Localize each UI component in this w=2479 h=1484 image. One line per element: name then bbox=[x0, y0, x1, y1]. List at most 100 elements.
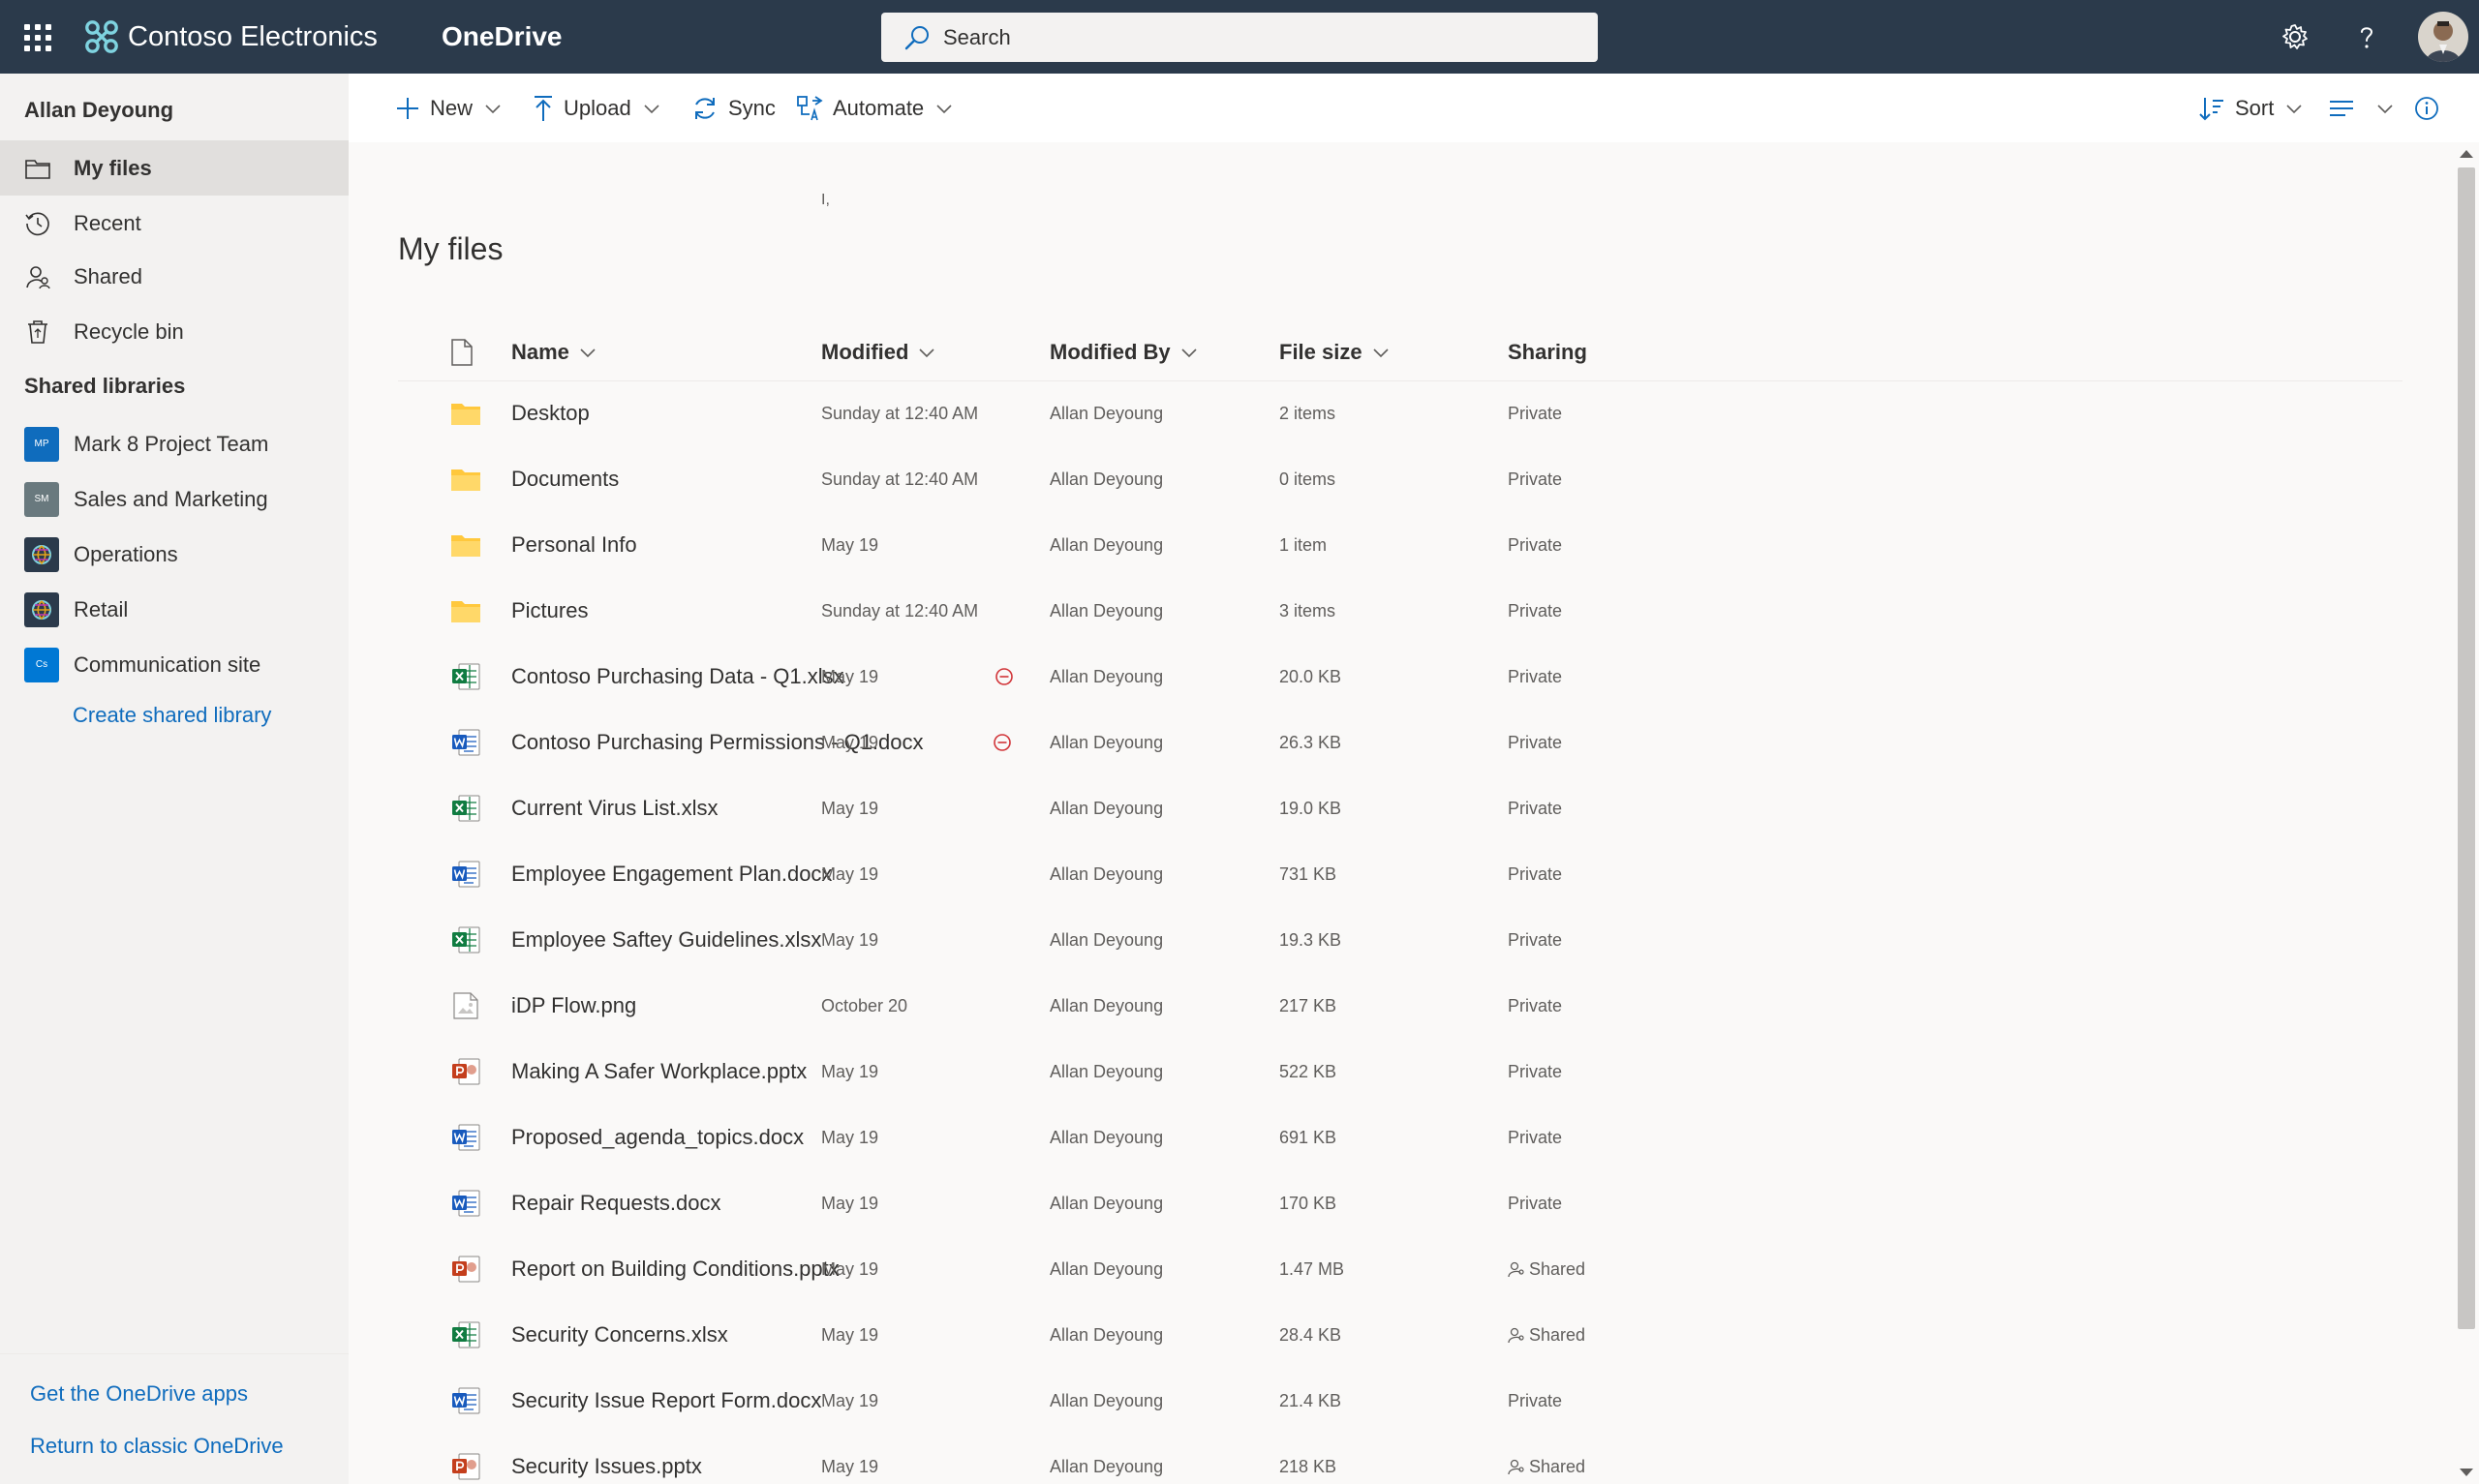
file-name[interactable]: Security Concerns.xlsx bbox=[511, 1322, 728, 1348]
table-row[interactable]: Employee Saftey Guidelines.xlsx May 19 All… bbox=[398, 907, 2402, 973]
file-name[interactable]: Employee Saftey Guidelines.xlsx bbox=[511, 927, 821, 953]
modified-by-cell[interactable]: Allan Deyoung bbox=[1050, 1105, 1163, 1170]
view-options-button[interactable] bbox=[2328, 91, 2403, 126]
scrollbar-thumb[interactable] bbox=[2458, 167, 2475, 1329]
file-size-column-header[interactable]: File size bbox=[1279, 323, 1390, 381]
library-mark-8-project-team[interactable]: MP Mark 8 Project Team bbox=[0, 416, 349, 471]
modified-by-cell[interactable]: Allan Deyoung bbox=[1050, 1236, 1163, 1302]
search-box[interactable] bbox=[881, 13, 1598, 62]
modified-by-cell[interactable]: Allan Deyoung bbox=[1050, 710, 1163, 775]
modified-by-cell[interactable]: Allan Deyoung bbox=[1050, 446, 1163, 512]
table-row[interactable]: Proposed_agenda_topics.docx May 19 Allan D… bbox=[398, 1105, 2402, 1170]
modified-by-cell[interactable]: Allan Deyoung bbox=[1050, 775, 1163, 841]
table-row[interactable]: Pictures Sunday at 12:40 AM Allan Deyoung 3… bbox=[398, 578, 2402, 644]
sharing-cell[interactable]: Shared bbox=[1508, 1302, 1585, 1368]
vertical-scrollbar[interactable] bbox=[2454, 142, 2479, 1484]
table-row[interactable]: Current Virus List.xlsx May 19 Allan Deyou… bbox=[398, 775, 2402, 841]
modified-by-cell[interactable]: Allan Deyoung bbox=[1050, 907, 1163, 973]
sharing-cell[interactable]: Private bbox=[1508, 841, 1562, 907]
upload-button[interactable]: Upload bbox=[533, 91, 670, 126]
file-type-column-header[interactable] bbox=[451, 323, 473, 381]
file-name[interactable]: Report on Building Conditions.pptx bbox=[511, 1257, 840, 1282]
modified-by-cell[interactable]: Allan Deyoung bbox=[1050, 1302, 1163, 1368]
blocked-status-icon[interactable] bbox=[993, 733, 1012, 752]
modified-by-column-header[interactable]: Modified By bbox=[1050, 323, 1198, 381]
file-name[interactable]: iDP Flow.png bbox=[511, 993, 636, 1018]
file-name[interactable]: Repair Requests.docx bbox=[511, 1191, 720, 1216]
file-name[interactable]: Employee Engagement Plan.docx bbox=[511, 862, 832, 887]
table-row[interactable]: Making A Safer Workplace.pptx May 19 Allan… bbox=[398, 1039, 2402, 1105]
file-name[interactable]: Desktop bbox=[511, 401, 590, 426]
search-input[interactable] bbox=[943, 24, 1524, 50]
sidebar-item-recent[interactable]: Recent bbox=[0, 196, 349, 251]
avatar[interactable] bbox=[2418, 12, 2468, 62]
modified-by-cell[interactable]: Allan Deyoung bbox=[1050, 1039, 1163, 1105]
new-button[interactable]: New bbox=[395, 91, 511, 126]
library-sales-and-marketing[interactable]: SM Sales and Marketing bbox=[0, 471, 349, 527]
modified-by-cell[interactable]: Allan Deyoung bbox=[1050, 1434, 1163, 1484]
table-row[interactable]: Security Issues.pptx May 19 Allan Deyoung 2… bbox=[398, 1434, 2402, 1484]
sharing-cell[interactable]: Private bbox=[1508, 710, 1562, 775]
sharing-cell[interactable]: Shared bbox=[1508, 1434, 1585, 1484]
modified-by-cell[interactable]: Allan Deyoung bbox=[1050, 841, 1163, 907]
sharing-cell[interactable]: Private bbox=[1508, 446, 1562, 512]
sharing-cell[interactable]: Shared bbox=[1508, 1236, 1585, 1302]
table-row[interactable]: Security Issue Report Form.docx May 19 All… bbox=[398, 1368, 2402, 1434]
details-pane-button[interactable] bbox=[2413, 91, 2450, 126]
modified-by-cell[interactable]: Allan Deyoung bbox=[1050, 1368, 1163, 1434]
scroll-up-arrow-icon[interactable] bbox=[2460, 150, 2473, 158]
sharing-cell[interactable]: Private bbox=[1508, 512, 1562, 578]
sharing-cell[interactable]: Private bbox=[1508, 1368, 1562, 1434]
table-row[interactable]: Employee Engagement Plan.docx May 19 Allan… bbox=[398, 841, 2402, 907]
file-name[interactable]: Proposed_agenda_topics.docx bbox=[511, 1125, 804, 1150]
table-row[interactable]: Contoso Purchasing Data - Q1.xlsx May 19 A… bbox=[398, 644, 2402, 710]
table-row[interactable]: Documents Sunday at 12:40 AM Allan Deyoung… bbox=[398, 446, 2402, 512]
org-brand[interactable]: Contoso Electronics bbox=[83, 17, 378, 56]
sharing-cell[interactable]: Private bbox=[1508, 907, 1562, 973]
table-row[interactable]: Repair Requests.docx May 19 Allan Deyoung 1… bbox=[398, 1170, 2402, 1236]
library-operations[interactable]: Operations bbox=[0, 527, 349, 582]
sidebar-item-recycle-bin[interactable]: Recycle bin bbox=[0, 304, 349, 359]
file-name[interactable]: Making A Safer Workplace.pptx bbox=[511, 1059, 807, 1084]
create-shared-library-link[interactable]: Create shared library bbox=[73, 703, 271, 728]
sidebar-item-my-files[interactable]: My files bbox=[0, 140, 349, 196]
sharing-cell[interactable]: Private bbox=[1508, 1170, 1562, 1236]
scroll-down-arrow-icon[interactable] bbox=[2460, 1469, 2473, 1476]
modified-by-cell[interactable]: Allan Deyoung bbox=[1050, 1170, 1163, 1236]
file-name[interactable]: Security Issues.pptx bbox=[511, 1454, 702, 1479]
sharing-cell[interactable]: Private bbox=[1508, 775, 1562, 841]
modified-by-cell[interactable]: Allan Deyoung bbox=[1050, 578, 1163, 644]
sharing-cell[interactable]: Private bbox=[1508, 1105, 1562, 1170]
sharing-cell[interactable]: Private bbox=[1508, 1039, 1562, 1105]
sharing-cell[interactable]: Private bbox=[1508, 644, 1562, 710]
file-name[interactable]: Current Virus List.xlsx bbox=[511, 796, 719, 821]
file-name[interactable]: Personal Info bbox=[511, 532, 637, 558]
sort-button[interactable]: Sort bbox=[2198, 91, 2312, 126]
sharing-cell[interactable]: Private bbox=[1508, 578, 1562, 644]
table-row[interactable]: Security Concerns.xlsx May 19 Allan Deyoun… bbox=[398, 1302, 2402, 1368]
modified-by-cell[interactable]: Allan Deyoung bbox=[1050, 973, 1163, 1039]
file-name[interactable]: Pictures bbox=[511, 598, 588, 623]
modified-column-header[interactable]: Modified bbox=[821, 323, 935, 381]
help-button[interactable] bbox=[2347, 17, 2386, 56]
library-retail[interactable]: Retail bbox=[0, 582, 349, 637]
automate-button[interactable]: Automate bbox=[796, 91, 963, 126]
table-row[interactable]: Desktop Sunday at 12:40 AM Allan Deyoung 2 … bbox=[398, 380, 2402, 446]
table-row[interactable]: Personal Info May 19 Allan Deyoung 1 item Pr… bbox=[398, 512, 2402, 578]
table-row[interactable]: Report on Building Conditions.pptx May 19… bbox=[398, 1236, 2402, 1302]
sharing-cell[interactable]: Private bbox=[1508, 380, 1562, 446]
file-name[interactable]: Security Issue Report Form.docx bbox=[511, 1388, 821, 1413]
modified-by-cell[interactable]: Allan Deyoung bbox=[1050, 644, 1163, 710]
sync-button[interactable]: Sync bbox=[691, 91, 776, 126]
table-row[interactable]: iDP Flow.png October 20 Allan Deyoung 217 K… bbox=[398, 973, 2402, 1039]
name-column-header[interactable]: Name bbox=[511, 323, 597, 381]
sharing-cell[interactable]: Private bbox=[1508, 973, 1562, 1039]
modified-by-cell[interactable]: Allan Deyoung bbox=[1050, 512, 1163, 578]
modified-by-cell[interactable]: Allan Deyoung bbox=[1050, 380, 1163, 446]
blocked-status-icon[interactable] bbox=[995, 667, 1014, 686]
table-row[interactable]: Contoso Purchasing Permissions - Q1.docx… bbox=[398, 710, 2402, 775]
get-onedrive-apps-link[interactable]: Get the OneDrive apps bbox=[30, 1381, 248, 1407]
sidebar-item-shared[interactable]: Shared bbox=[0, 249, 349, 304]
app-launcher-icon[interactable] bbox=[19, 19, 54, 54]
app-name[interactable]: OneDrive bbox=[442, 19, 563, 54]
